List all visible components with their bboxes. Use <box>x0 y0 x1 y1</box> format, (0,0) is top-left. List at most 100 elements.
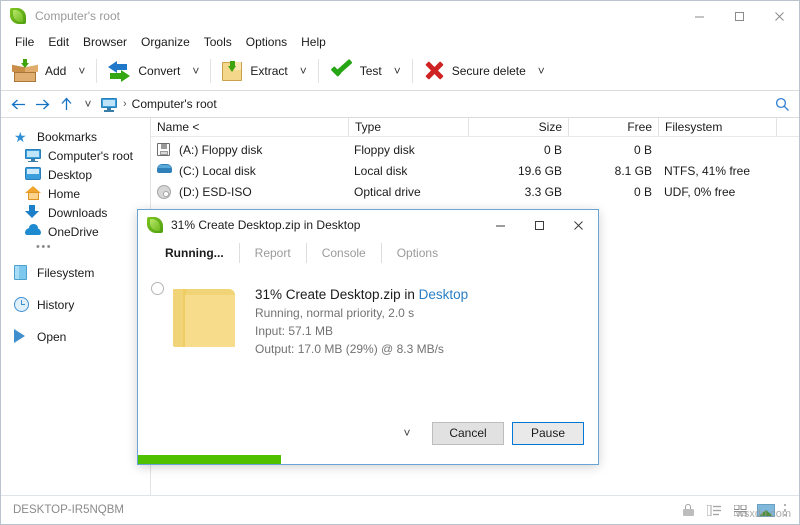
sidebar-item-label: Downloads <box>48 206 107 220</box>
column-header-filesystem[interactable]: Filesystem <box>658 118 776 137</box>
window-title: Computer's root <box>35 9 120 23</box>
cloud-icon <box>25 224 41 240</box>
sidebar-overflow-dots[interactable]: ••• <box>1 241 150 257</box>
arrow-up-icon[interactable] <box>54 92 78 116</box>
task-title-prefix: 31% Create Desktop.zip in <box>255 287 419 302</box>
close-icon[interactable] <box>759 1 799 31</box>
sidebar-item-label: History <box>37 298 74 312</box>
column-header-free[interactable]: Free <box>568 118 658 137</box>
sidebar-item-bookmarks[interactable]: ★ Bookmarks <box>1 127 150 146</box>
lock-icon[interactable] <box>675 500 701 520</box>
address-bar: ˅ › Computer's root <box>1 91 799 118</box>
convert-button[interactable]: Convert <box>102 54 186 88</box>
hard-disk-icon <box>157 164 173 180</box>
sidebar-item-label: Computer's root <box>48 149 133 163</box>
more-options-icon[interactable] <box>779 500 791 520</box>
grid-view-icon[interactable] <box>727 500 753 520</box>
task-details: 31% Create Desktop.zip in Desktop Runnin… <box>255 287 468 356</box>
window-controls <box>679 1 799 31</box>
menu-tools[interactable]: Tools <box>197 33 239 51</box>
list-view-icon[interactable] <box>701 500 727 520</box>
sidebar-item-onedrive[interactable]: OneDrive <box>1 222 150 241</box>
table-row[interactable]: (D:) ESD-ISO Optical drive 3.3 GB 0 B UD… <box>151 182 799 203</box>
menu-browser[interactable]: Browser <box>76 33 134 51</box>
minimize-icon[interactable] <box>481 210 520 240</box>
file-name: (D:) ESD-ISO <box>179 182 252 203</box>
pause-button[interactable]: Pause <box>512 422 584 445</box>
chevron-down-icon[interactable]: ˅ <box>396 422 418 444</box>
add-dropdown-caret-icon[interactable]: ˅ <box>72 54 91 88</box>
sidebar-item-home[interactable]: Home <box>1 184 150 203</box>
test-dropdown-caret-icon[interactable]: ˅ <box>388 54 407 88</box>
file-name: (C:) Local disk <box>179 161 256 182</box>
spinner-icon <box>151 282 164 295</box>
task-output: Output: 17.0 MB (29%) @ 8.3 MB/s <box>255 342 468 356</box>
convert-arrows-icon <box>107 59 131 83</box>
sidebar-item-label: Open <box>37 330 66 344</box>
file-type: Floppy disk <box>348 140 468 161</box>
file-free: 8.1 GB <box>568 161 658 182</box>
sidebar-item-filesystem[interactable]: Filesystem <box>1 263 150 282</box>
extract-folder-icon <box>221 59 243 83</box>
main-toolbar: Add ˅ Convert ˅ Extract ˅ <box>1 52 799 91</box>
sidebar-item-open[interactable]: Open <box>1 327 150 346</box>
sidebar-item-computers-root[interactable]: Computer's root <box>1 146 150 165</box>
desktop-icon <box>25 167 41 183</box>
red-x-icon <box>423 60 445 82</box>
machine-name: DESKTOP-IR5NQBM <box>13 504 124 516</box>
sidebar-item-desktop[interactable]: Desktop <box>1 165 150 184</box>
table-row[interactable]: (A:) Floppy disk Floppy disk 0 B 0 B <box>151 140 799 161</box>
extract-button[interactable]: Extract <box>216 54 293 88</box>
search-icon[interactable] <box>765 91 799 117</box>
task-item: 31% Create Desktop.zip in Desktop Runnin… <box>138 280 598 356</box>
secure-delete-dropdown-caret-icon[interactable]: ˅ <box>532 54 551 88</box>
sidebar-item-downloads[interactable]: Downloads <box>1 203 150 222</box>
check-mark-icon <box>329 60 353 82</box>
progress-dialog: 31% Create Desktop.zip in Desktop Runnin… <box>137 209 599 465</box>
file-manager-window: Computer's root File Edit Browser Organi… <box>0 0 800 525</box>
arrow-right-icon[interactable] <box>30 92 54 116</box>
maximize-icon[interactable] <box>520 210 559 240</box>
tab-options[interactable]: Options <box>381 243 453 263</box>
table-row[interactable]: (C:) Local disk Local disk 19.6 GB 8.1 G… <box>151 161 799 182</box>
toolbar-group-add: Add ˅ <box>7 52 91 91</box>
thumbnail-view-icon[interactable] <box>753 500 779 520</box>
toolbar-group-convert: Convert ˅ <box>102 52 205 91</box>
extract-dropdown-caret-icon[interactable]: ˅ <box>294 54 313 88</box>
column-header-type[interactable]: Type <box>348 118 468 137</box>
task-destination-link[interactable]: Desktop <box>419 287 469 302</box>
tab-report[interactable]: Report <box>239 243 306 263</box>
menu-file[interactable]: File <box>8 33 41 51</box>
file-type: Local disk <box>348 161 468 182</box>
add-button[interactable]: Add <box>7 54 72 88</box>
menu-help[interactable]: Help <box>294 33 333 51</box>
breadcrumb[interactable]: › Computer's root <box>98 92 765 116</box>
file-free: 0 B <box>568 182 658 203</box>
menu-options[interactable]: Options <box>239 33 294 51</box>
column-header-name[interactable]: Name < <box>151 118 348 137</box>
home-icon <box>25 186 41 202</box>
maximize-icon[interactable] <box>719 1 759 31</box>
menu-organize[interactable]: Organize <box>134 33 197 51</box>
task-input: Input: 57.1 MB <box>255 324 468 338</box>
file-filesystem <box>658 140 776 161</box>
menu-edit[interactable]: Edit <box>41 33 76 51</box>
column-header-size[interactable]: Size <box>468 118 568 137</box>
download-icon <box>25 205 41 221</box>
convert-dropdown-caret-icon[interactable]: ˅ <box>186 54 205 88</box>
sidebar-item-label: OneDrive <box>48 225 99 239</box>
tab-running[interactable]: Running... <box>150 243 239 263</box>
secure-delete-button[interactable]: Secure delete <box>418 54 532 88</box>
extract-button-label: Extract <box>250 64 287 78</box>
test-button[interactable]: Test <box>324 54 388 88</box>
computer-monitor-icon <box>101 97 117 111</box>
tab-console[interactable]: Console <box>306 243 381 263</box>
close-icon[interactable] <box>559 210 598 240</box>
file-size: 0 B <box>468 140 568 161</box>
window-titlebar: Computer's root <box>1 1 799 31</box>
minimize-icon[interactable] <box>679 1 719 31</box>
history-dropdown-caret-icon[interactable]: ˅ <box>78 92 98 116</box>
cancel-button[interactable]: Cancel <box>432 422 504 445</box>
arrow-left-icon[interactable] <box>6 92 30 116</box>
sidebar-item-history[interactable]: History <box>1 295 150 314</box>
